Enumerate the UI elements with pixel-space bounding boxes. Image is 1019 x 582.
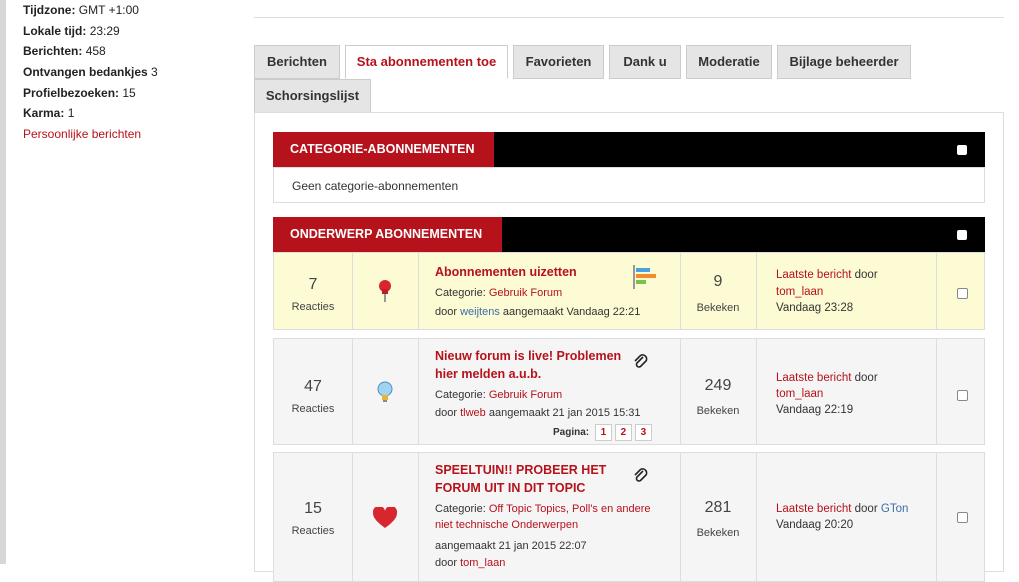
topic-title[interactable]: Abonnementen uizetten <box>435 263 577 281</box>
views-cell: 249 Bekeken <box>680 339 757 444</box>
topic-category: Categorie: Gebruik Forum <box>435 389 563 401</box>
topic-select-checkbox[interactable] <box>957 288 968 299</box>
topic-row: 47 Reacties Nieuw forum is live! Problem… <box>273 338 985 445</box>
replies-cell: 15 Reacties <box>274 453 353 581</box>
last-post-cell: Laatste bericht door GTon Vandaag 20:20 <box>756 453 937 581</box>
category-section-header: CATEGORIE-ABONNEMENTEN <box>273 132 985 167</box>
tab-bijlage-beheerder[interactable]: Bijlage beheerder <box>777 45 911 79</box>
paperclip-icon <box>634 354 648 368</box>
tab-schorsingslijst[interactable]: Schorsingslijst <box>254 79 371 113</box>
visits-row: Profielbezoeken: 15 <box>23 85 136 100</box>
topic-select-checkbox[interactable] <box>957 390 968 401</box>
topic-row: 7 Reacties Abonnementen uizetten Categor… <box>273 252 985 330</box>
last-post-user[interactable]: tom_laan <box>776 284 823 300</box>
topic-title[interactable]: Nieuw forum is live! Problemen hier melde… <box>435 347 621 383</box>
views-cell: 281 Bekeken <box>680 453 757 581</box>
category-empty-text: Geen categorie-abonnementen <box>292 179 459 193</box>
last-post-cell: Laatste bericht door tom_laan Vandaag 22… <box>756 339 937 444</box>
page-link-1[interactable]: 1 <box>594 424 612 441</box>
category-empty-box: Geen categorie-abonnementen <box>273 167 985 203</box>
left-sidebar-border <box>0 0 6 564</box>
topic-author: door tlweb aangemaakt 21 jan 2015 15:31 <box>435 407 641 419</box>
last-post-time: Vandaag 22:19 <box>776 404 854 416</box>
thanks-row: Ontvangen bedankjes 3 <box>23 65 158 80</box>
tab-berichten[interactable]: Berichten <box>254 45 340 79</box>
replies-cell: 7 Reacties <box>274 253 353 329</box>
replies-label: Reacties <box>291 525 335 537</box>
karma-row: Karma: 1 <box>23 106 75 121</box>
category-select-all-checkbox[interactable] <box>957 145 967 155</box>
topic-select-checkbox[interactable] <box>957 512 968 523</box>
views-label: Bekeken <box>696 527 740 539</box>
topic-author: door weijtens aangemaakt Vandaag 22:21 <box>435 306 641 318</box>
last-post-cell: Laatste bericht door tom_laan Vandaag 23… <box>756 253 937 329</box>
last-post-line: Laatste bericht door <box>776 372 878 384</box>
views-count: 249 <box>704 377 732 394</box>
views-label: Bekeken <box>696 405 740 417</box>
last-post-line: Laatste bericht door <box>776 269 878 281</box>
topic-info-cell: SPEELTUIN!! PROBEER HET FORUM UIT IN DIT … <box>418 453 681 581</box>
poll-icon <box>633 265 656 289</box>
views-count: 281 <box>704 499 732 516</box>
posts-row: Berichten: 458 <box>23 44 106 59</box>
tab-moderatie[interactable]: Moderatie <box>686 45 772 79</box>
localtime-row: Lokale tijd: 23:29 <box>23 23 120 38</box>
topic-select-all-checkbox[interactable] <box>957 230 967 240</box>
topic-row: 15 Reacties SPEELTUIN!! PROBEER HET FORUM… <box>273 452 985 582</box>
timezone-row: Tijdzone: GMT +1:00 <box>23 3 139 17</box>
tab-favorieten[interactable]: Favorieten <box>513 45 604 79</box>
top-divider <box>254 17 1004 18</box>
topic-title[interactable]: SPEELTUIN!! PROBEER HET FORUM UIT IN DIT … <box>435 461 606 497</box>
topic-info-cell: Abonnementen uizetten Categorie: Gebruik… <box>418 253 681 329</box>
pagination: Pagina: 123 <box>553 424 652 441</box>
paperclip-icon <box>634 468 648 482</box>
topic-info-cell: Nieuw forum is live! Problemen hier melde… <box>418 339 681 444</box>
topic-author: door tom_laan <box>435 557 506 569</box>
icon-cell <box>352 453 419 581</box>
replies-count: 47 <box>304 378 322 395</box>
lightbulb-icon <box>377 381 393 402</box>
page-link-3[interactable]: 3 <box>634 424 652 441</box>
tab-dank-u[interactable]: Dank u <box>609 45 681 79</box>
views-cell: 9 Bekeken <box>680 253 757 329</box>
heart-icon <box>373 507 397 528</box>
topic-section-header: ONDERWERP ABONNEMENTEN <box>273 217 985 252</box>
topic-section-title: ONDERWERP ABONNEMENTEN <box>273 217 502 252</box>
views-count: 9 <box>713 273 723 290</box>
replies-count: 7 <box>308 276 318 293</box>
replies-label: Reacties <box>291 301 335 313</box>
profile-info: Tijdzone: GMT +1:00 Lokale tijd: 23:29 B… <box>23 0 158 145</box>
tab-abonnementen[interactable]: Sta abonnementen toe <box>345 45 508 79</box>
page-link-2[interactable]: 2 <box>614 424 632 441</box>
pushpin-icon <box>379 280 391 302</box>
last-post-time: Vandaag 23:28 <box>776 302 854 314</box>
private-messages-link[interactable]: Persoonlijke berichten <box>23 124 158 145</box>
icon-cell <box>352 253 419 329</box>
last-post-line: Laatste bericht door GTon <box>776 503 909 515</box>
topic-category: Categorie: Off Topic Topics, Poll's en a… <box>435 503 651 531</box>
icon-cell <box>352 339 419 444</box>
replies-count: 15 <box>304 500 322 517</box>
replies-label: Reacties <box>291 403 335 415</box>
last-post-time: Vandaag 20:20 <box>776 519 854 531</box>
topic-category: Categorie: Gebruik Forum <box>435 287 563 299</box>
replies-cell: 47 Reacties <box>274 339 353 444</box>
last-post-user[interactable]: tom_laan <box>776 386 823 402</box>
topic-created: aangemaakt 21 jan 2015 22:07 <box>435 540 587 552</box>
category-section-title: CATEGORIE-ABONNEMENTEN <box>273 132 494 167</box>
views-label: Bekeken <box>696 302 740 314</box>
